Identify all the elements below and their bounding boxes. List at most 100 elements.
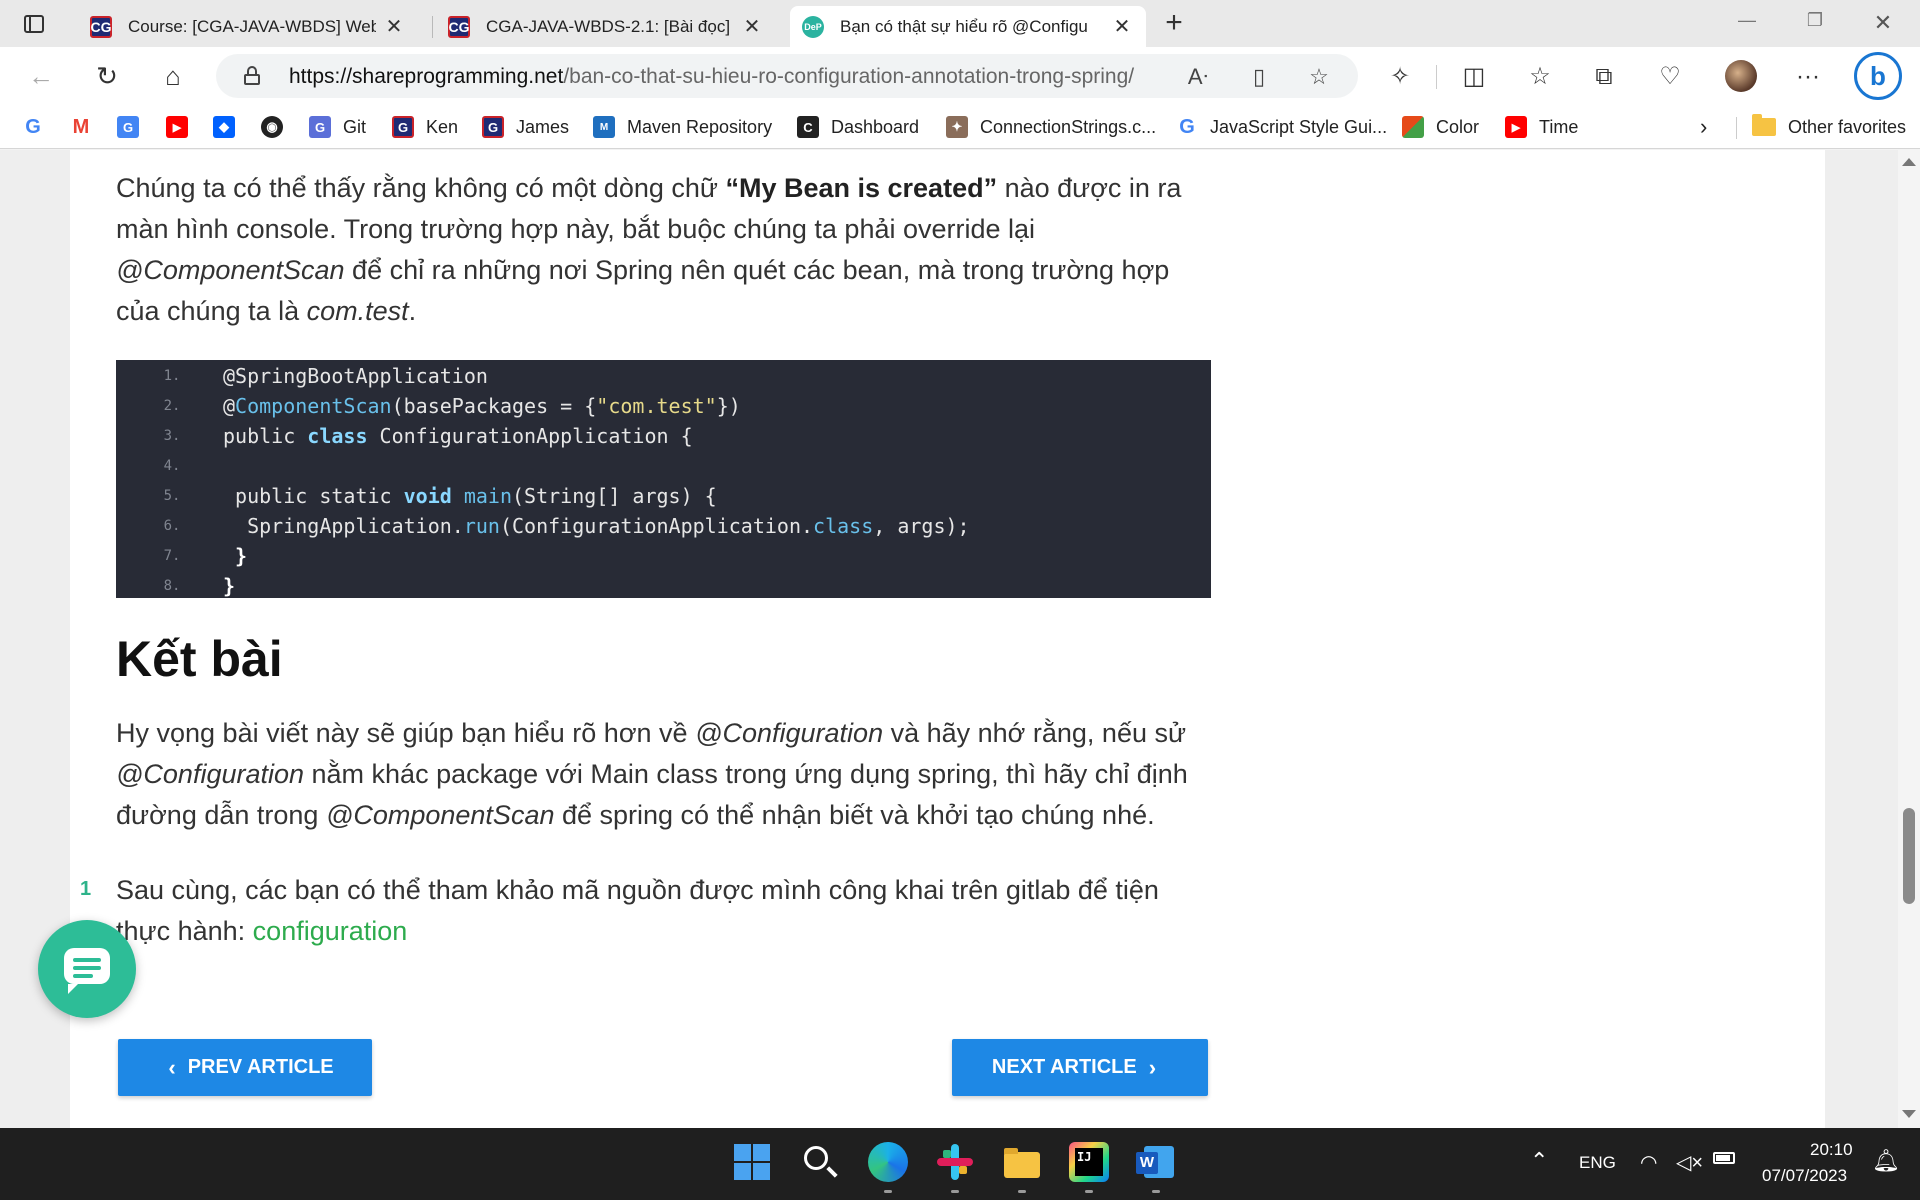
code-token: class [307, 424, 368, 448]
tab-active-article[interactable]: DeP Bạn có thật sự hiểu rõ @Configu ✕ [790, 6, 1146, 47]
article-content: Chúng ta có thể thấy rằng không có một d… [70, 150, 1825, 1128]
codegym-favicon-icon: CG [448, 15, 470, 38]
input-language[interactable]: ENG [1579, 1153, 1616, 1173]
favorite-time[interactable]: ▶ Time [1505, 113, 1578, 141]
favorite-color[interactable]: Color [1402, 113, 1479, 141]
running-indicator [1085, 1190, 1093, 1193]
intellij-icon[interactable]: IJ [1069, 1142, 1109, 1182]
collections-icon[interactable]: ⧉ [1588, 61, 1620, 93]
favorite-gmail[interactable]: M [70, 113, 92, 141]
url-text[interactable]: https://shareprogramming.net/ban-co-that… [289, 65, 1134, 89]
code-block[interactable]: 1. @SpringBootApplication 2. @ComponentScan… [116, 360, 1211, 598]
favorite-dashboard[interactable]: C Dashboard [797, 113, 919, 141]
code-line-source: } [223, 541, 247, 571]
other-favorites[interactable]: Other favorites [1752, 113, 1906, 141]
split-screen-icon[interactable]: ◫ [1458, 61, 1490, 93]
youtube-icon: ▶ [1505, 116, 1527, 138]
close-tab-icon[interactable]: ✕ [1110, 14, 1134, 39]
next-article-button[interactable]: NEXT ARTICLE › [952, 1039, 1208, 1096]
scrollbar-thumb[interactable] [1903, 808, 1915, 904]
article-paragraph: Hy vọng bài viết này sẽ giúp bạn hiểu rõ… [116, 718, 1188, 830]
code-token: public [223, 424, 308, 448]
favorite-maven[interactable]: M Maven Repository [593, 113, 772, 141]
tab-course[interactable]: CG Course: [CGA-JAVA-WBDS] Web I ✕ [78, 6, 418, 47]
tab-reading[interactable]: CG CGA-JAVA-WBDS-2.1: [Bài đọc] N ✕ [436, 6, 776, 47]
wifi-icon[interactable]: ◠ [1640, 1150, 1657, 1175]
dropbox-icon: ◆ [213, 116, 235, 138]
back-button[interactable]: ← [24, 60, 58, 94]
favorite-label: Time [1539, 116, 1579, 137]
tab-title: CGA-JAVA-WBDS-2.1: [Bài đọc] N [486, 16, 734, 36]
favorites-overflow-chevron-icon[interactable]: › [1700, 113, 1707, 141]
favorite-label: Ken [426, 116, 459, 137]
favorite-james[interactable]: G James [482, 113, 569, 141]
favorite-star-icon[interactable]: ☆ [1306, 64, 1332, 90]
close-window-button[interactable]: ✕ [1860, 10, 1906, 38]
favorite-git[interactable]: G Git [309, 113, 366, 141]
favorite-youtube[interactable]: ▶ [166, 113, 188, 141]
favorite-label: Color [1436, 116, 1480, 137]
start-button[interactable] [732, 1142, 772, 1182]
chevron-right-icon: › [1148, 1054, 1157, 1080]
more-menu-icon[interactable]: ··· [1792, 61, 1824, 93]
immersive-reader-icon[interactable]: ▯ [1246, 64, 1272, 90]
google-icon: G [22, 116, 44, 138]
extensions-icon[interactable]: ✧ [1384, 61, 1416, 93]
prev-article-button[interactable]: ‹ PREV ARTICLE [118, 1039, 372, 1096]
cg-icon: G [482, 116, 504, 138]
lock-icon[interactable] [244, 66, 260, 86]
volume-muted-icon[interactable]: ◁× [1676, 1150, 1703, 1175]
source-code-link[interactable]: configuration [253, 916, 408, 946]
git-icon: G [309, 116, 331, 138]
close-tab-icon[interactable]: ✕ [740, 14, 764, 39]
favorite-label: Git [343, 116, 367, 137]
slack-icon[interactable] [935, 1142, 975, 1182]
tab-actions-button[interactable] [18, 10, 50, 38]
favorite-translate[interactable]: G [117, 113, 139, 141]
chat-icon-line [73, 958, 101, 962]
favorite-connectionstrings[interactable]: ✦ ConnectionStrings.c... [946, 113, 1156, 141]
page-scrollbar[interactable] [1898, 150, 1920, 1128]
favorite-github[interactable]: ◉ [261, 113, 283, 141]
scroll-down-arrow-icon[interactable] [1902, 1110, 1916, 1118]
battery-icon[interactable] [1713, 1152, 1735, 1164]
windows-taskbar: IJ W ⌃ ENG ◠ ◁× 20:10 07/07/2023 🔔︎ [0, 1128, 1920, 1200]
favorites-icon[interactable]: ☆ [1524, 61, 1556, 93]
folder-icon [1752, 114, 1776, 136]
notification-bell-icon[interactable]: 🔔︎ [1872, 1148, 1900, 1174]
new-tab-button[interactable]: + [1158, 8, 1190, 40]
file-explorer-icon[interactable] [1002, 1142, 1042, 1182]
toolbar-divider [1436, 65, 1437, 89]
browser-essentials-icon[interactable]: ♡ [1654, 61, 1686, 93]
minimize-button[interactable]: — [1724, 10, 1770, 38]
clock-date[interactable]: 07/07/2023 [1762, 1166, 1847, 1186]
edge-icon[interactable] [868, 1142, 908, 1182]
search-icon[interactable] [800, 1142, 840, 1182]
tab-title: Course: [CGA-JAVA-WBDS] Web I [128, 16, 376, 36]
code-line-number: 2. [163, 398, 181, 414]
home-button[interactable]: ⌂ [156, 60, 190, 94]
clock-time[interactable]: 20:10 [1810, 1140, 1853, 1160]
favorite-javascript-style[interactable]: G JavaScript Style Gui... [1176, 113, 1387, 141]
code-line: 5. public static void main(String[] args… [116, 481, 1211, 511]
chat-icon-line [73, 966, 101, 970]
favorite-ken[interactable]: G Ken [392, 113, 458, 141]
bing-copilot-icon[interactable]: b [1854, 52, 1902, 100]
refresh-button[interactable]: ↻ [90, 60, 124, 94]
code-token: @ [223, 394, 236, 418]
comments-chat-button[interactable] [38, 920, 136, 1018]
read-aloud-icon[interactable]: Aᐧ [1185, 64, 1211, 90]
prev-article-label: PREV ARTICLE [187, 1056, 334, 1078]
address-bar[interactable]: https://shareprogramming.net/ban-co-that… [216, 54, 1358, 98]
codegym-icon: C [797, 116, 819, 138]
profile-avatar[interactable] [1725, 60, 1757, 92]
code-token: public static [223, 484, 404, 508]
scroll-up-arrow-icon[interactable] [1902, 158, 1916, 166]
restore-button[interactable]: ❐ [1792, 10, 1838, 38]
word-icon[interactable]: W [1136, 1142, 1176, 1182]
favorite-dropbox[interactable]: ◆ [213, 113, 235, 141]
tray-overflow-chevron-icon[interactable]: ⌃ [1530, 1148, 1548, 1174]
close-tab-icon[interactable]: ✕ [382, 14, 406, 39]
favorite-google[interactable]: G [22, 113, 44, 141]
tab-title: Bạn có thật sự hiểu rõ @Configu [840, 16, 1088, 36]
